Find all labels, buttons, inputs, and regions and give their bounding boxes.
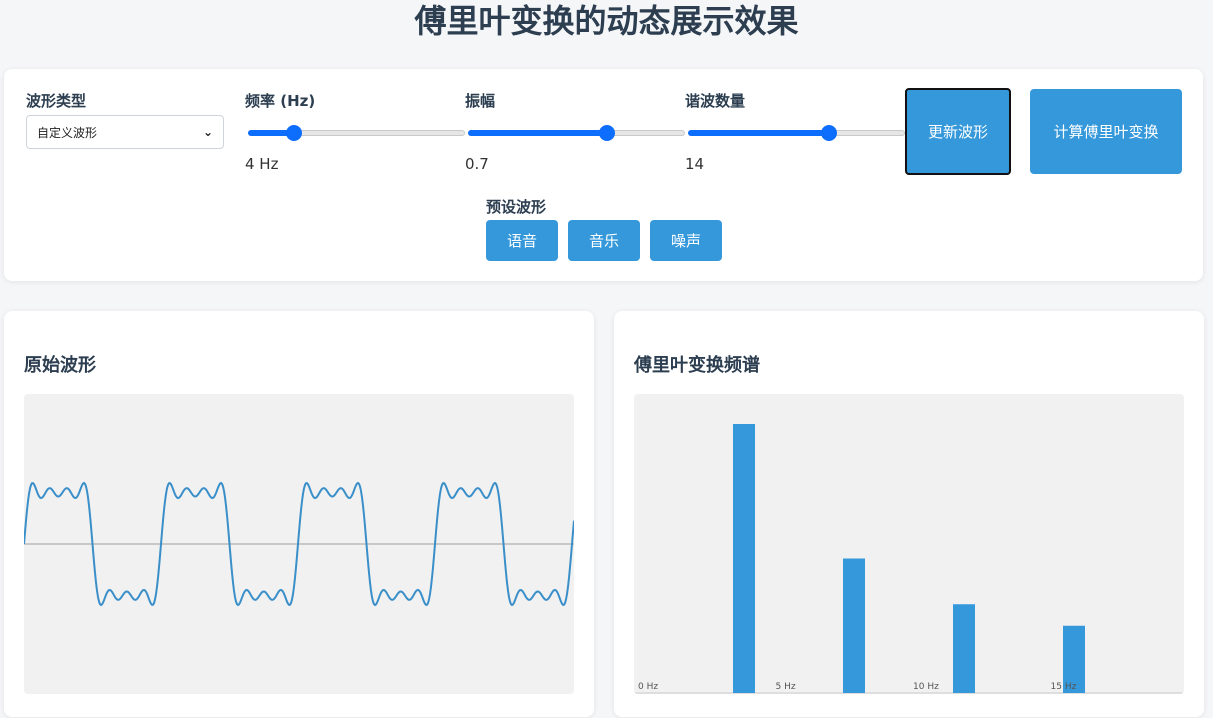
amplitude-slider-thumb[interactable] <box>598 125 615 141</box>
spectrum-bar <box>843 558 865 693</box>
spectrum-bar <box>733 424 755 693</box>
preset-label: 预设波形 <box>486 198 547 216</box>
preset-noise-button[interactable]: 噪声 <box>650 220 722 261</box>
spectrum-tick-label: 10 Hz <box>913 682 939 692</box>
frequency-label: 频率 (Hz) <box>245 92 316 110</box>
update-waveform-button[interactable]: 更新波形 <box>905 88 1011 175</box>
spectrum-plot: 0 Hz 5 Hz 10 Hz 15 Hz <box>634 394 1184 694</box>
waveform-type-select[interactable]: 自定义波形 ⌄ <box>26 115 224 149</box>
frequency-value: 4 Hz <box>245 155 279 173</box>
spectrum-tick-label: 0 Hz <box>638 682 658 692</box>
waveform-panel: 原始波形 <box>4 311 594 717</box>
frequency-slider-thumb[interactable] <box>285 125 302 141</box>
waveform-chart <box>24 481 574 607</box>
harmonics-slider-thumb[interactable] <box>821 125 838 141</box>
waveform-plot <box>24 394 574 694</box>
spectrum-tick-label: 15 Hz <box>1051 682 1077 692</box>
waveform-type-label: 波形类型 <box>26 92 87 110</box>
harmonics-label: 谐波数量 <box>685 92 746 110</box>
spectrum-panel: 傅里叶变换频谱 0 Hz 5 Hz 10 Hz 15 Hz <box>614 311 1204 717</box>
page-title: 傅里叶变换的动态展示效果 <box>414 2 799 40</box>
spectrum-chart: 0 Hz 5 Hz 10 Hz 15 Hz <box>634 424 1184 694</box>
amplitude-value: 0.7 <box>465 155 489 173</box>
preset-music-button[interactable]: 音乐 <box>568 220 640 261</box>
preset-speech-button[interactable]: 语音 <box>486 220 558 261</box>
waveform-type-value: 自定义波形 <box>37 125 98 140</box>
chevron-down-icon: ⌄ <box>202 125 213 139</box>
controls-panel: 波形类型 自定义波形 ⌄ 频率 (Hz) 4 Hz 振幅 0.7 谐波数量 14… <box>4 69 1203 281</box>
spectrum-bar <box>953 604 975 693</box>
harmonics-value: 14 <box>685 155 705 173</box>
spectrum-tick-label: 5 Hz <box>776 682 796 692</box>
waveform-title: 原始波形 <box>24 355 96 376</box>
harmonics-slider[interactable] <box>688 123 905 143</box>
amplitude-label: 振幅 <box>465 92 496 110</box>
amplitude-slider[interactable] <box>468 123 685 143</box>
compute-fft-button[interactable]: 计算傅里叶变换 <box>1030 89 1182 174</box>
spectrum-title: 傅里叶变换频谱 <box>634 355 760 376</box>
frequency-slider[interactable] <box>248 123 465 143</box>
